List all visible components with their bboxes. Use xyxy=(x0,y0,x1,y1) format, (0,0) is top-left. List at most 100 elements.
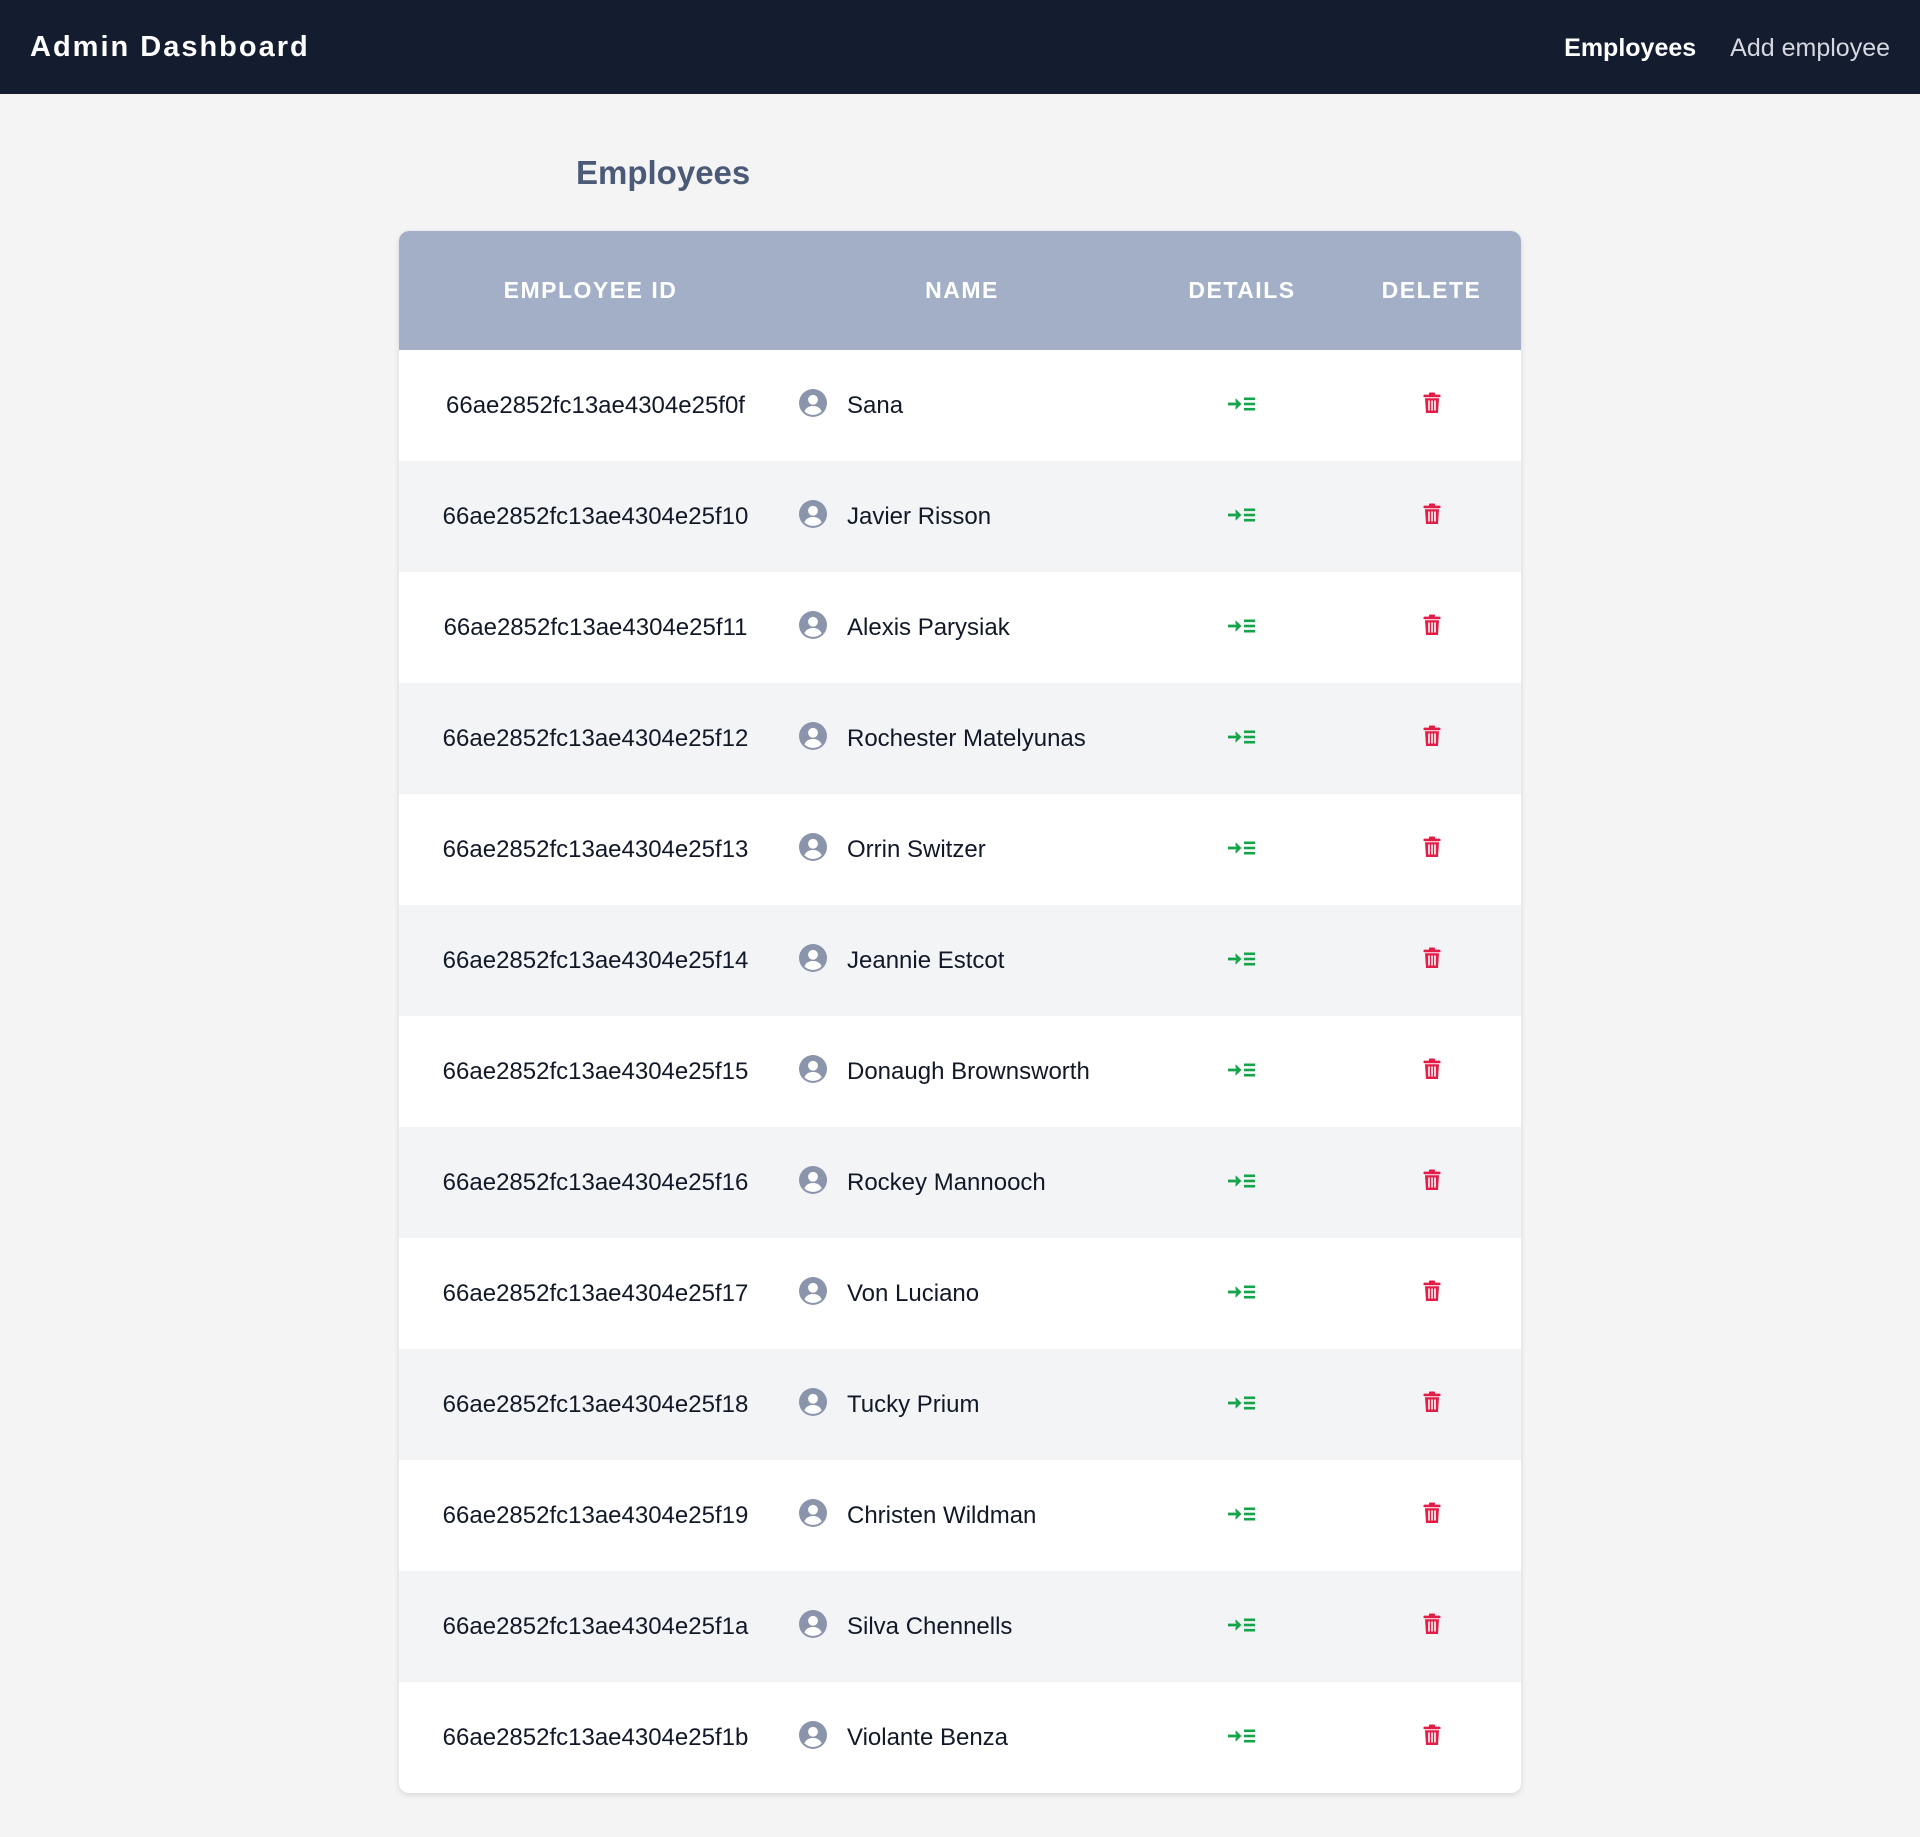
employee-name: Javier Risson xyxy=(847,502,992,530)
employee-id-cell: 66ae2852fc13ae4304e25f11 xyxy=(443,613,748,641)
employee-name-cell: Jeannie Estcot xyxy=(782,905,1142,1016)
employees-table: EMPLOYEE ID NAME DETAILS DELETE 66ae2852… xyxy=(399,231,1521,1793)
details-button[interactable] xyxy=(1227,1169,1257,1197)
employee-id-cell: 66ae2852fc13ae4304e25f17 xyxy=(442,1279,749,1307)
employee-id-cell: 66ae2852fc13ae4304e25f1b xyxy=(442,1723,749,1751)
user-circle-icon xyxy=(799,832,827,861)
employee-name: Jeannie Estcot xyxy=(847,946,1005,974)
employee-name-wrap: Christen Wildman xyxy=(782,1498,1142,1530)
table-row: 66ae2852fc13ae4304e25f1b Violante Benza xyxy=(399,1682,1521,1793)
details-button[interactable] xyxy=(1227,1502,1257,1530)
delete-cell xyxy=(1342,1016,1521,1127)
employee-name: Christen Wildman xyxy=(847,1501,1037,1529)
details-cell xyxy=(1142,461,1342,572)
details-cell xyxy=(1142,1571,1342,1682)
employee-name: Tucky Prium xyxy=(847,1390,980,1418)
table-header: EMPLOYEE ID NAME DETAILS DELETE xyxy=(399,231,1521,350)
employee-name-cell: Orrin Switzer xyxy=(782,794,1142,905)
trash-icon xyxy=(1423,1280,1440,1301)
details-button[interactable] xyxy=(1227,1613,1257,1641)
details-cell xyxy=(1142,1238,1342,1349)
column-header-name: NAME xyxy=(925,277,999,303)
details-button[interactable] xyxy=(1227,1058,1257,1086)
arrow-right-list-icon xyxy=(1228,1618,1255,1631)
delete-button[interactable] xyxy=(1423,723,1441,754)
trash-icon xyxy=(1423,836,1440,857)
employee-name-cell: Von Luciano xyxy=(782,1238,1142,1349)
delete-cell xyxy=(1342,1127,1521,1238)
trash-icon xyxy=(1423,1058,1440,1079)
employee-name-cell: Rochester Matelyunas xyxy=(782,683,1142,794)
employee-name-cell: Donaugh Brownsworth xyxy=(782,1016,1142,1127)
details-button[interactable] xyxy=(1227,1391,1257,1419)
delete-button[interactable] xyxy=(1423,1500,1441,1531)
trash-icon xyxy=(1423,1169,1440,1190)
delete-cell xyxy=(1342,1682,1521,1793)
employees-table-card: EMPLOYEE ID NAME DETAILS DELETE 66ae2852… xyxy=(399,231,1521,1793)
top-navbar: Admin Dashboard Employees Add employee xyxy=(0,0,1920,94)
details-button[interactable] xyxy=(1227,725,1257,753)
delete-cell xyxy=(1342,1238,1521,1349)
employee-name-cell: Violante Benza xyxy=(782,1682,1142,1793)
employee-id-cell: 66ae2852fc13ae4304e25f19 xyxy=(442,1501,749,1529)
details-button[interactable] xyxy=(1227,836,1257,864)
employee-name-wrap: Donaugh Brownsworth xyxy=(782,1054,1142,1086)
employee-id-cell: 66ae2852fc13ae4304e25f14 xyxy=(442,946,749,974)
delete-button[interactable] xyxy=(1423,1611,1441,1642)
details-cell xyxy=(1142,1349,1342,1460)
user-circle-icon xyxy=(799,1498,827,1527)
details-button[interactable] xyxy=(1227,614,1257,642)
delete-cell xyxy=(1342,794,1521,905)
nav-link-add-employee[interactable]: Add employee xyxy=(1730,30,1890,66)
employee-id-cell: 66ae2852fc13ae4304e25f12 xyxy=(442,724,749,752)
arrow-right-list-icon xyxy=(1228,1396,1255,1409)
employee-name-cell: Tucky Prium xyxy=(782,1349,1142,1460)
employee-name-cell: Alexis Parysiak xyxy=(782,572,1142,683)
delete-button[interactable] xyxy=(1423,501,1441,532)
employee-name: Sana xyxy=(847,391,904,419)
trash-icon xyxy=(1423,725,1440,746)
employee-name-cell: Christen Wildman xyxy=(782,1460,1142,1571)
table-row: 66ae2852fc13ae4304e25f1a Silva Chennells xyxy=(399,1571,1521,1682)
delete-button[interactable] xyxy=(1423,1278,1441,1309)
user-circle-icon xyxy=(799,1387,827,1416)
details-cell xyxy=(1142,905,1342,1016)
table-row: 66ae2852fc13ae4304e25f11 Alexis Parysiak xyxy=(399,572,1521,683)
employee-name-wrap: Tucky Prium xyxy=(782,1387,1142,1419)
arrow-right-list-icon xyxy=(1228,1285,1255,1298)
delete-button[interactable] xyxy=(1423,945,1441,976)
table-body: 66ae2852fc13ae4304e25f0f Sana 66ae2852fc… xyxy=(399,350,1521,1793)
employee-id-cell: 66ae2852fc13ae4304e25f16 xyxy=(442,1168,749,1196)
employee-name-wrap: Javier Risson xyxy=(782,499,1142,531)
details-button[interactable] xyxy=(1227,392,1257,420)
employee-name: Orrin Switzer xyxy=(847,835,986,863)
arrow-right-list-icon xyxy=(1228,1063,1255,1076)
employee-id-cell: 66ae2852fc13ae4304e25f0f xyxy=(446,391,745,419)
details-button[interactable] xyxy=(1227,503,1257,531)
employee-id-cell: 66ae2852fc13ae4304e25f10 xyxy=(442,502,749,530)
employee-name-wrap: Violante Benza xyxy=(782,1720,1142,1752)
user-circle-icon xyxy=(799,1720,827,1749)
arrow-right-list-icon xyxy=(1228,730,1255,743)
delete-cell xyxy=(1342,1571,1521,1682)
table-row: 66ae2852fc13ae4304e25f15 Donaugh Brownsw… xyxy=(399,1016,1521,1127)
delete-button[interactable] xyxy=(1423,1056,1441,1087)
delete-button[interactable] xyxy=(1423,1722,1441,1753)
trash-icon xyxy=(1423,614,1440,635)
details-button[interactable] xyxy=(1227,1280,1257,1308)
arrow-right-list-icon xyxy=(1228,508,1255,521)
employee-id-cell: 66ae2852fc13ae4304e25f15 xyxy=(442,1057,749,1085)
details-button[interactable] xyxy=(1227,947,1257,975)
employee-name: Alexis Parysiak xyxy=(847,613,1010,641)
details-cell xyxy=(1142,1460,1342,1571)
details-button[interactable] xyxy=(1227,1724,1257,1752)
delete-button[interactable] xyxy=(1423,612,1441,643)
delete-cell xyxy=(1342,572,1521,683)
delete-button[interactable] xyxy=(1423,1167,1441,1198)
delete-button[interactable] xyxy=(1423,834,1441,865)
details-cell xyxy=(1142,794,1342,905)
nav-link-employees[interactable]: Employees xyxy=(1564,30,1696,66)
delete-button[interactable] xyxy=(1423,1389,1441,1420)
delete-button[interactable] xyxy=(1423,390,1441,421)
employee-name-wrap: Silva Chennells xyxy=(782,1609,1142,1641)
